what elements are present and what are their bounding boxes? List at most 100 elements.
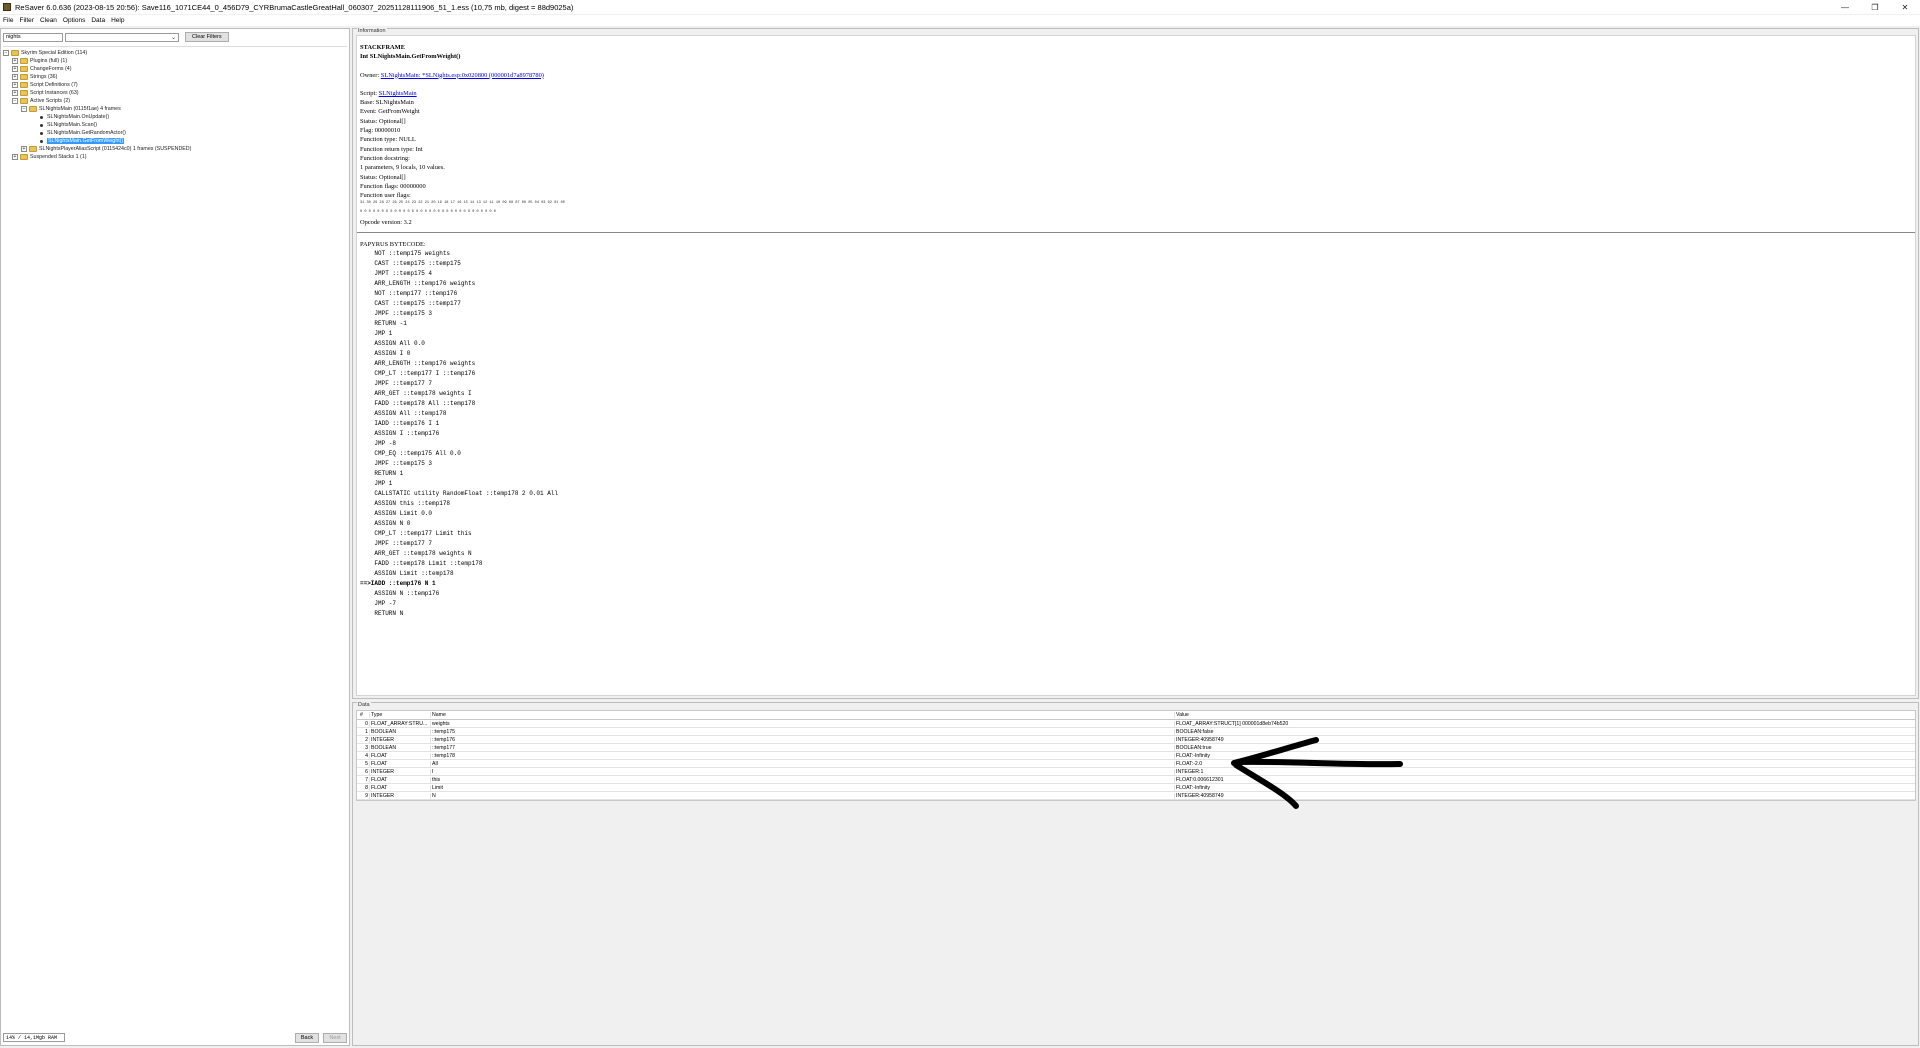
cell-index: 9 (365, 792, 368, 799)
table-row[interactable]: 2 INTEGER::temp176 INTEGER:40958749 (357, 736, 1915, 744)
header-value[interactable]: Value (1174, 712, 1915, 718)
cell-value: FLOAT:-Infinity (1174, 784, 1915, 791)
close-button[interactable]: ✕ (1890, 0, 1920, 14)
tree-item-label: SLNightsMain.Scan() (47, 122, 98, 128)
cell-value: INTEGER:40958749 (1174, 792, 1915, 799)
expand-icon[interactable]: + (12, 154, 18, 160)
owner-link[interactable]: SLNightsMain: *SLNights.esp:0x020800 (00… (381, 72, 544, 79)
tree-item-label: Skyrim Special Edition (114) (21, 50, 88, 56)
table-row[interactable]: 4 FLOAT::temp178 FLOAT:-Infinity (357, 752, 1915, 760)
cell-value: FLOAT:-2.0 (1174, 760, 1915, 767)
table-row[interactable]: 0 FLOAT_ARRAY:STRU... weights FLOAT_ARRAY:S… (357, 720, 1915, 728)
cell-type: INTEGER (369, 792, 430, 799)
expand-icon[interactable]: + (12, 90, 18, 96)
cell-name: I (430, 768, 1174, 775)
frame-property: 1 parameters, 9 locals, 10 values. (360, 164, 445, 172)
frame-property: Event: GetFromWeight (360, 108, 420, 116)
cell-index: 6 (365, 768, 368, 775)
cell-index: 7 (365, 776, 368, 783)
tree-item[interactable]: SLNightsMain.OnUpdate() (3, 113, 347, 121)
header-name[interactable]: Name (430, 712, 1174, 718)
tree-item[interactable]: SLNightsMain.GetRandomActor() (3, 129, 347, 137)
tree-item[interactable]: + ChangeForms (4) (3, 65, 347, 73)
cell-index: 2 (365, 736, 368, 743)
tree-item[interactable]: − SLNightsMain (0115f1ae) 4 frames (3, 105, 347, 113)
folder-icon (20, 154, 28, 160)
table-row[interactable]: 7 FLOAT this FLOAT:0.006612301 (357, 776, 1915, 784)
tree-item[interactable]: + Strings (36) (3, 73, 347, 81)
expand-icon[interactable]: + (12, 74, 18, 80)
folder-icon (29, 146, 37, 152)
menu-options[interactable]: Options (63, 17, 85, 24)
filter-input[interactable] (3, 32, 63, 42)
menu-filter[interactable]: Filter (19, 17, 33, 24)
clear-filters-button[interactable]: Clear Filters (185, 32, 229, 42)
collapse-icon[interactable]: − (12, 98, 18, 104)
collapse-icon[interactable]: − (3, 50, 9, 56)
back-button[interactable]: Back (295, 1032, 319, 1043)
tree-item[interactable]: + SLNightsPlayerAliasScript (0115424c0) 1… (3, 145, 347, 153)
bytecode-line: ARR_LENGTH ::temp176 weights (360, 280, 476, 288)
cell-name: All (430, 760, 1174, 767)
frame-property: Function type: NULL (360, 136, 416, 144)
tree-item[interactable]: SLNightsMain.GetFromWeight() (3, 137, 347, 145)
bytecode-line: ASSIGN All ::temp178 (360, 410, 447, 418)
menu-file[interactable]: File (3, 17, 13, 24)
bytecode-line: JMPF ::temp175 3 (360, 310, 433, 318)
tree-item[interactable]: + Script Instances (63) (3, 89, 347, 97)
tree-item[interactable]: − Active Scripts (2) (3, 97, 347, 105)
header-type[interactable]: Type (369, 712, 430, 718)
variables-table: # Type Name Value 0 FLOAT_ARRAY:STRU... we… (356, 710, 1916, 801)
tree-item[interactable]: SLNightsMain.Scan() (3, 121, 347, 129)
bullet-icon (40, 139, 43, 143)
table-row[interactable]: 5 FLOAT All FLOAT:-2.0 (357, 760, 1915, 768)
next-button[interactable]: Next (323, 1032, 347, 1043)
table-row[interactable]: 9 INTEGER N INTEGER:40958749 (357, 792, 1915, 800)
table-row[interactable]: 1 BOOLEAN::temp175 BOOLEAN:false (357, 728, 1915, 736)
tree-item-label: Plugins (full) (1) (30, 58, 68, 64)
expand-icon[interactable]: + (21, 146, 27, 152)
cell-name: Limit (430, 784, 1174, 791)
tree-item[interactable]: + Script Definitions (7) (3, 81, 347, 89)
collapse-icon[interactable]: − (21, 106, 27, 112)
menu-clean[interactable]: Clean (40, 17, 57, 24)
tree-item[interactable]: + Suspended Stacks 1 (1) (3, 153, 347, 161)
cell-type: FLOAT (369, 784, 430, 791)
script-link[interactable]: SLNightsMain (379, 90, 417, 97)
folder-icon (20, 66, 28, 72)
minimize-button[interactable]: — (1830, 0, 1860, 14)
bytecode-line: JMPF ::temp177 7 (360, 540, 433, 548)
bytecode-line: RETURN 1 (360, 470, 404, 478)
filter-mod-combo[interactable]: ⌄ (65, 32, 179, 42)
expand-icon[interactable]: + (12, 66, 18, 72)
bytecode-line: IADD ::temp176 I 1 (360, 420, 440, 428)
tree-item-label: ChangeForms (4) (30, 66, 72, 72)
tree-item-label: SLNightsMain.GetFromWeight() (47, 138, 125, 144)
bytecode-line: ASSIGN I ::temp176 (360, 430, 440, 438)
save-tree[interactable]: − Skyrim Special Edition (114) + Plugins (f… (3, 46, 347, 1016)
menu-help[interactable]: Help (111, 17, 124, 24)
bytecode-line: ASSIGN Limit 0.0 (360, 510, 433, 518)
left-pane: ⌄ Clear Filters − Skyrim Special Edition … (0, 28, 350, 1046)
function-signature: Int SLNightsMain.GetFromWeight() (360, 53, 461, 61)
bytecode-line: CAST ::temp175 ::temp177 (360, 300, 461, 308)
maximize-button[interactable]: ❐ (1860, 0, 1890, 14)
expand-icon[interactable]: + (12, 58, 18, 64)
table-row[interactable]: 8 FLOAT Limit FLOAT:-Infinity (357, 784, 1915, 792)
menu-data[interactable]: Data (91, 17, 105, 24)
bytecode-line: ASSIGN I 0 (360, 350, 411, 358)
bullet-icon (40, 123, 43, 127)
tree-item-label: Script Definitions (7) (30, 82, 78, 88)
expand-icon[interactable]: + (12, 82, 18, 88)
cell-index: 5 (365, 760, 368, 767)
header-index[interactable]: # (357, 712, 369, 718)
table-row[interactable]: 3 BOOLEAN::temp177 BOOLEAN:true (357, 744, 1915, 752)
bytecode-line: RETURN N (360, 610, 404, 618)
window-title: ReSaver 6.0.636 (2023-08-15 20:56): Save… (15, 2, 574, 12)
table-row[interactable]: 6 INTEGER I INTEGER:1 (357, 768, 1915, 776)
cell-name: ::temp176 (430, 736, 1174, 743)
bytecode-line: CMP_LT ::temp177 Limit this (360, 530, 472, 538)
tree-item[interactable]: − Skyrim Special Edition (114) (3, 49, 347, 57)
cell-type: FLOAT (369, 752, 430, 759)
tree-item[interactable]: + Plugins (full) (1) (3, 57, 347, 65)
